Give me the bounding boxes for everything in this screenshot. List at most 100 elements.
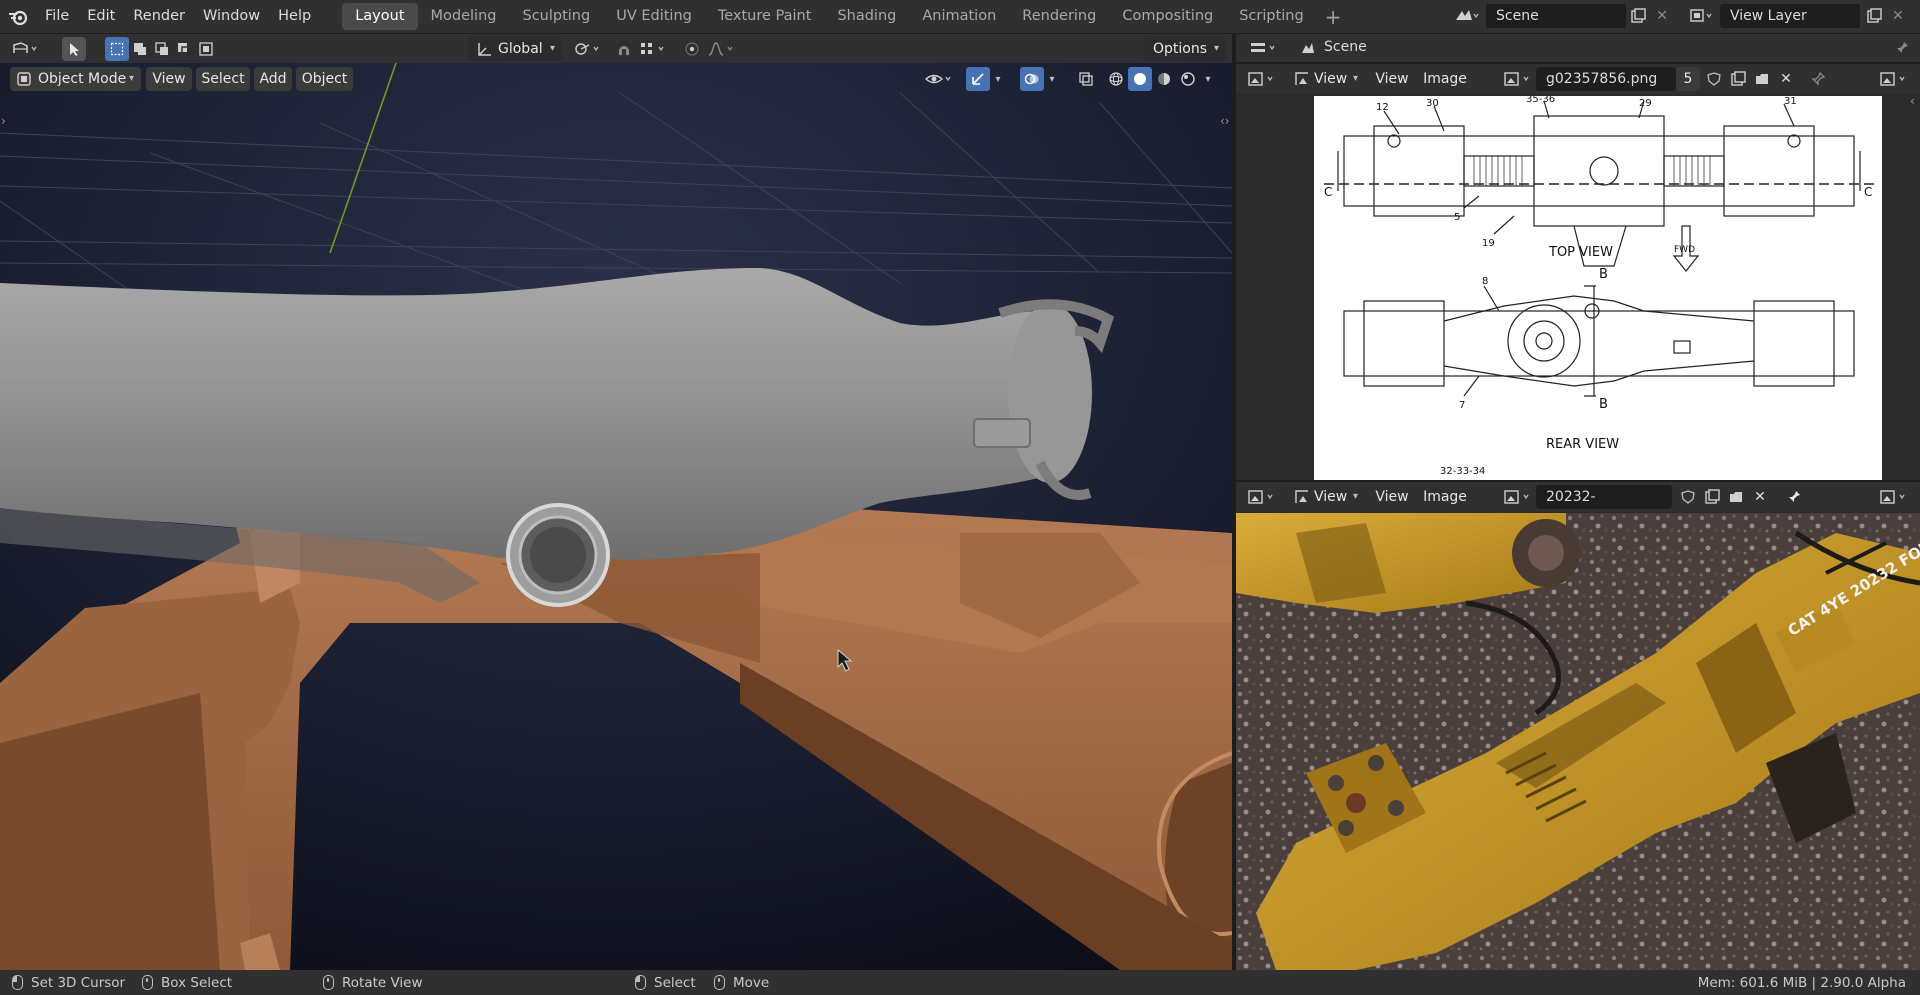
status-rotate-view: Rotate View bbox=[323, 975, 423, 991]
pivot-point-icon[interactable] bbox=[570, 37, 606, 61]
fake-user-shield-icon[interactable] bbox=[1702, 67, 1726, 91]
image-editor-bottom[interactable]: View ▾ View Image 20232-faks_sm.jpg ✕ bbox=[1236, 482, 1920, 970]
image-top-menu-image[interactable]: Image bbox=[1418, 67, 1472, 91]
properties-context-label: Scene bbox=[1324, 39, 1367, 55]
blender-logo-icon[interactable] bbox=[0, 0, 36, 33]
shading-solid-icon[interactable] bbox=[1128, 67, 1152, 91]
scene-browse-icon[interactable] bbox=[1448, 4, 1484, 28]
view-layer-browse-icon[interactable] bbox=[1684, 4, 1720, 28]
gizmo-dropdown-icon[interactable]: ▾ bbox=[990, 67, 1006, 91]
tab-modeling[interactable]: Modeling bbox=[418, 3, 510, 30]
3d-viewport[interactable]: Global ▾ Options ▾ Object Mode ▾ View Se… bbox=[0, 34, 1232, 970]
image-editor-mode-dropdown[interactable]: View ▾ bbox=[1288, 485, 1362, 509]
area-divider-vertical[interactable] bbox=[1232, 34, 1236, 970]
image-sidebar-expand-icon[interactable]: ‹ bbox=[1910, 94, 1915, 108]
pin-image-icon[interactable] bbox=[1806, 67, 1830, 91]
image-editor-mode-dropdown[interactable]: View ▾ bbox=[1288, 67, 1362, 91]
viewport-menu-view[interactable]: View bbox=[146, 67, 192, 91]
menu-file[interactable]: File bbox=[36, 0, 78, 33]
editor-type-icon[interactable] bbox=[6, 37, 46, 61]
image-name-field[interactable]: g02357856.png bbox=[1536, 67, 1676, 91]
sidebar-expand-icon[interactable]: ‹› bbox=[1220, 114, 1230, 128]
open-image-icon[interactable] bbox=[1750, 67, 1774, 91]
shading-dropdown-icon[interactable]: ▾ bbox=[1200, 67, 1216, 91]
toolbar-expand-icon[interactable]: › bbox=[1, 114, 6, 128]
shading-rendered-icon[interactable] bbox=[1176, 67, 1200, 91]
menu-render[interactable]: Render bbox=[124, 0, 194, 33]
mouse-drag-icon bbox=[142, 975, 153, 990]
fake-user-shield-icon[interactable] bbox=[1676, 485, 1700, 509]
tab-texture-paint[interactable]: Texture Paint bbox=[705, 3, 825, 30]
tab-animation[interactable]: Animation bbox=[909, 3, 1009, 30]
options-label: Options bbox=[1153, 41, 1208, 57]
add-workspace-icon[interactable]: + bbox=[1317, 5, 1350, 29]
shading-material-icon[interactable] bbox=[1152, 67, 1176, 91]
viewport-menu-select[interactable]: Select bbox=[196, 67, 250, 91]
image-bottom-menu-image[interactable]: Image bbox=[1418, 485, 1472, 509]
transform-orientation-dropdown[interactable]: Global ▾ bbox=[468, 37, 562, 61]
image-bottom-menu-view[interactable]: View bbox=[1370, 485, 1414, 509]
box-select-new-icon[interactable] bbox=[105, 37, 129, 61]
unlink-image-icon[interactable]: ✕ bbox=[1774, 67, 1798, 91]
box-select-intersect-icon[interactable] bbox=[194, 37, 218, 61]
image-editor-type-icon[interactable] bbox=[1244, 67, 1280, 91]
open-image-icon[interactable] bbox=[1724, 485, 1748, 509]
box-select-extend-icon[interactable] bbox=[128, 37, 152, 61]
proportional-falloff-icon[interactable] bbox=[704, 37, 740, 61]
tab-shading[interactable]: Shading bbox=[824, 3, 909, 30]
image-name-field[interactable]: 20232-faks_sm.jpg bbox=[1536, 485, 1672, 529]
new-image-icon[interactable] bbox=[1700, 485, 1724, 509]
object-mode-dropdown[interactable]: Object Mode ▾ bbox=[10, 67, 141, 91]
area-divider-horizontal[interactable] bbox=[1236, 480, 1920, 482]
properties-editor-type-icon[interactable] bbox=[1246, 36, 1282, 60]
snap-target-icon[interactable] bbox=[636, 37, 672, 61]
memory-version-readout: Mem: 601.6 MiB | 2.90.0 Alpha bbox=[1697, 974, 1906, 991]
select-tool-icon[interactable] bbox=[62, 37, 86, 61]
visibility-eye-icon[interactable] bbox=[922, 67, 958, 91]
gizmo-toggle-icon[interactable] bbox=[966, 67, 990, 91]
drawing-callout: 30 bbox=[1426, 98, 1439, 109]
delete-scene-icon[interactable]: ✕ bbox=[1650, 4, 1674, 28]
new-image-icon[interactable] bbox=[1726, 67, 1750, 91]
tab-scripting[interactable]: Scripting bbox=[1226, 3, 1316, 30]
image-browse-icon[interactable] bbox=[1500, 485, 1536, 509]
chevron-down-icon: ▾ bbox=[1352, 491, 1358, 502]
drawing-top-view-label: TOP VIEW bbox=[1548, 245, 1613, 260]
pin-icon[interactable] bbox=[1890, 36, 1914, 60]
image-users-count[interactable]: 5 bbox=[1676, 67, 1700, 91]
scene-name-field[interactable]: Scene bbox=[1486, 4, 1626, 28]
proportional-editing-icon[interactable] bbox=[680, 37, 704, 61]
image-editor-top[interactable]: View ▾ View Image g02357856.png 5 ✕ C C … bbox=[1236, 64, 1920, 480]
pin-image-icon[interactable] bbox=[1782, 485, 1806, 509]
image-top-menu-view[interactable]: View bbox=[1370, 67, 1414, 91]
viewport-menu-add[interactable]: Add bbox=[254, 67, 292, 91]
snap-toggle-icon[interactable] bbox=[612, 37, 636, 61]
tab-rendering[interactable]: Rendering bbox=[1009, 3, 1109, 30]
box-select-invert-icon[interactable] bbox=[172, 37, 196, 61]
display-channels-icon[interactable] bbox=[1876, 485, 1912, 509]
image-editor-type-icon[interactable] bbox=[1244, 485, 1280, 509]
menu-help[interactable]: Help bbox=[269, 0, 320, 33]
delete-view-layer-icon[interactable]: ✕ bbox=[1886, 4, 1910, 28]
new-view-layer-icon[interactable] bbox=[1862, 4, 1886, 28]
menu-edit[interactable]: Edit bbox=[78, 0, 124, 33]
tab-compositing[interactable]: Compositing bbox=[1109, 3, 1226, 30]
overlays-toggle-icon[interactable] bbox=[1020, 67, 1044, 91]
tab-layout[interactable]: Layout bbox=[342, 3, 418, 30]
box-select-subtract-icon[interactable] bbox=[150, 37, 174, 61]
chevron-down-icon: ▾ bbox=[1213, 43, 1219, 54]
image-browse-icon[interactable] bbox=[1500, 67, 1536, 91]
new-scene-icon[interactable] bbox=[1626, 4, 1650, 28]
unlink-image-icon[interactable]: ✕ bbox=[1748, 485, 1772, 509]
tab-uv-editing[interactable]: UV Editing bbox=[603, 3, 705, 30]
shading-wireframe-icon[interactable] bbox=[1104, 67, 1128, 91]
tab-sculpting[interactable]: Sculpting bbox=[509, 3, 603, 30]
menu-window[interactable]: Window bbox=[194, 0, 269, 33]
xray-toggle-icon[interactable] bbox=[1074, 67, 1098, 91]
drawing-callout: 12 bbox=[1376, 102, 1389, 113]
viewport-menu-object[interactable]: Object bbox=[296, 67, 353, 91]
overlays-dropdown-icon[interactable]: ▾ bbox=[1044, 67, 1060, 91]
view-layer-name-field[interactable]: View Layer bbox=[1720, 4, 1860, 28]
options-dropdown[interactable]: Options ▾ bbox=[1144, 37, 1226, 61]
display-channels-icon[interactable] bbox=[1876, 67, 1912, 91]
